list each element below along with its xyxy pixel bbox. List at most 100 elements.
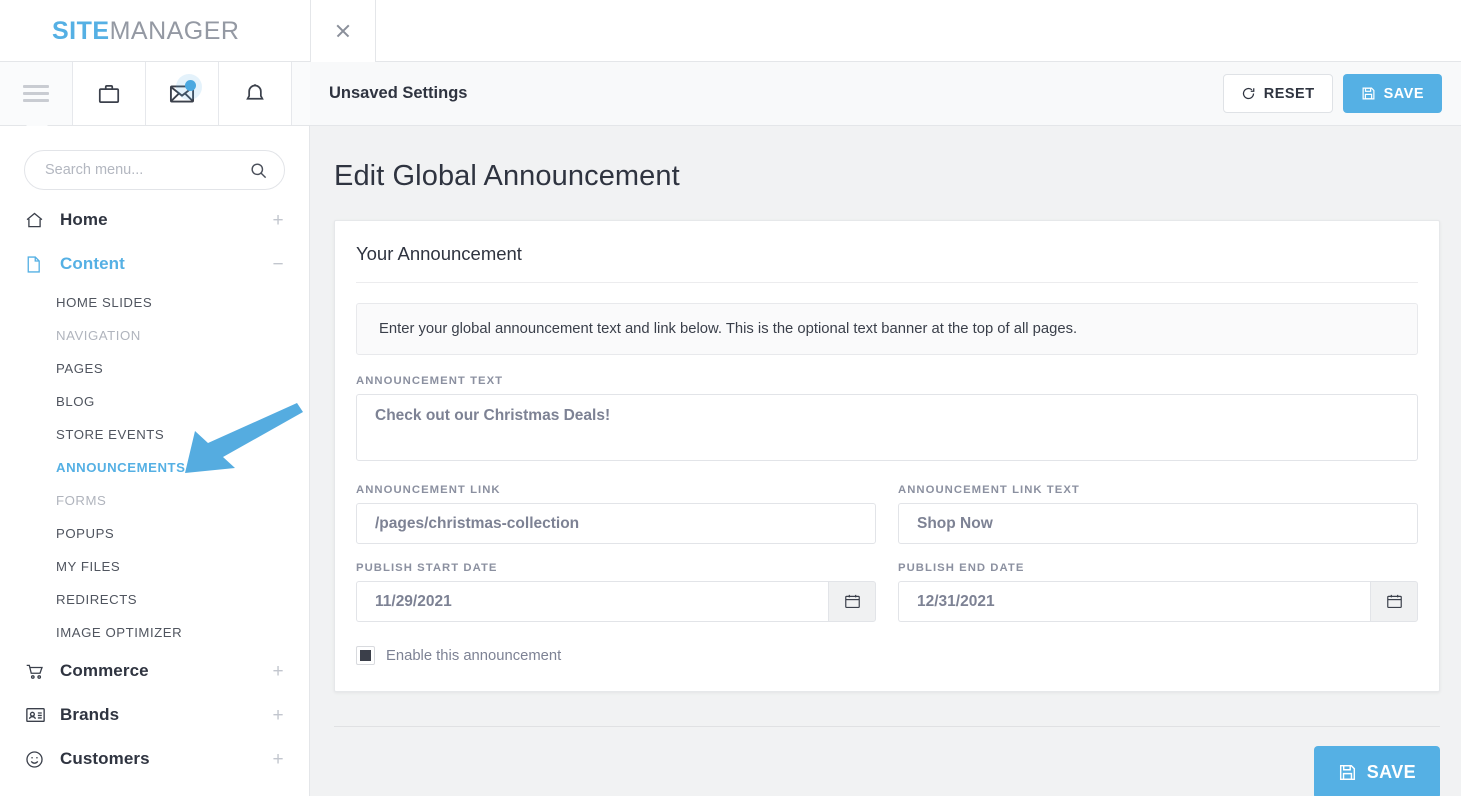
announcement-text-input[interactable]	[356, 394, 1418, 461]
link-row: ANNOUNCEMENT LINK ANNOUNCEMENT LINK TEXT	[356, 484, 1418, 544]
announcement-link-group: ANNOUNCEMENT LINK	[356, 484, 876, 544]
sidebar-group-home[interactable]: Home +	[0, 198, 309, 242]
sidebar-item-label: NAVIGATION	[56, 328, 141, 343]
logo-manager-text: MANAGER	[110, 17, 240, 45]
info-box: Enter your global announcement text and …	[356, 303, 1418, 355]
expand-toggle-icon[interactable]: +	[271, 211, 285, 230]
messages-button[interactable]	[146, 62, 219, 125]
sidebar-item-popups[interactable]: POPUPS	[0, 517, 309, 550]
notifications-button[interactable]	[219, 62, 292, 125]
announcement-link-text-input[interactable]	[898, 503, 1418, 544]
enable-announcement-row: Enable this announcement	[356, 646, 1418, 665]
expand-toggle-icon[interactable]: +	[271, 750, 285, 769]
expand-toggle-icon[interactable]: +	[271, 706, 285, 725]
hamburger-icon	[23, 81, 49, 106]
publish-start-date-group: PUBLISH START DATE	[356, 562, 876, 622]
floppy-save-icon	[1338, 763, 1357, 782]
publish-start-date-label: PUBLISH START DATE	[356, 562, 876, 574]
sidebar-item-label: ANNOUNCEMENTS	[56, 460, 186, 475]
sidebar-item-label: FORMS	[56, 493, 106, 508]
reset-button-label: RESET	[1264, 86, 1315, 102]
search-input[interactable]	[43, 161, 249, 179]
publish-end-date-group: PUBLISH END DATE	[898, 562, 1418, 622]
sidebar-item-blog[interactable]: BLOG	[0, 385, 309, 418]
close-icon	[335, 23, 351, 39]
announcement-text-group: ANNOUNCEMENT TEXT	[356, 375, 1418, 466]
card-title: Your Announcement	[356, 243, 1418, 283]
main-content: Unsaved Settings RESET SAVE Edit Glob	[310, 62, 1461, 796]
save-button-header[interactable]: SAVE	[1343, 74, 1442, 113]
header-actions: RESET SAVE	[1223, 74, 1442, 113]
sidebar-group-content[interactable]: Content −	[0, 242, 309, 286]
announcement-link-input[interactable]	[356, 503, 876, 544]
sidebar-item-label: POPUPS	[56, 526, 114, 541]
sidebar-item-announcements[interactable]: ANNOUNCEMENTS	[0, 451, 309, 484]
page-title: Edit Global Announcement	[310, 126, 1461, 193]
app-root: SITEMANAGER	[0, 0, 1461, 796]
menu-toggle-button[interactable]	[0, 62, 73, 125]
calendar-icon	[1385, 592, 1404, 611]
publish-end-date-input[interactable]	[898, 581, 1370, 622]
publish-end-date-label: PUBLISH END DATE	[898, 562, 1418, 574]
main-header: Unsaved Settings RESET SAVE	[310, 62, 1461, 126]
sidebar-group-label: Content	[60, 254, 271, 274]
home-icon	[24, 210, 50, 231]
search-icon[interactable]	[249, 161, 268, 180]
announcement-link-text-label: ANNOUNCEMENT LINK TEXT	[898, 484, 1418, 496]
sidebar-item-home-slides[interactable]: HOME SLIDES	[0, 286, 309, 319]
sidebar-group-label: Commerce	[60, 661, 271, 681]
unsaved-settings-title: Unsaved Settings	[329, 84, 467, 103]
announcement-link-label: ANNOUNCEMENT LINK	[356, 484, 876, 496]
reset-icon	[1241, 86, 1256, 101]
icon-toolbar	[0, 62, 310, 126]
sidebar-item-label: HOME SLIDES	[56, 295, 152, 310]
publish-end-date-picker-button[interactable]	[1370, 581, 1418, 622]
close-tab-button[interactable]	[310, 0, 376, 62]
app-logo: SITEMANAGER	[52, 17, 239, 46]
sidebar-group-label: Brands	[60, 705, 271, 725]
publish-start-date-picker-button[interactable]	[828, 581, 876, 622]
collapse-toggle-icon[interactable]: −	[271, 255, 285, 274]
sidebar-item-label: REDIRECTS	[56, 592, 137, 607]
publish-start-date-input[interactable]	[356, 581, 828, 622]
brand-bar: SITEMANAGER	[0, 0, 1461, 62]
badge-icon	[24, 705, 50, 725]
search-menu-container[interactable]	[24, 150, 285, 190]
sidebar-group-label: Customers	[60, 749, 271, 769]
floppy-save-icon	[1361, 86, 1376, 101]
footer-actions: SAVE	[310, 727, 1461, 796]
sidebar-group-label: Home	[60, 210, 271, 230]
sidebar-item-label: STORE EVENTS	[56, 427, 164, 442]
sidebar-item-pages[interactable]: PAGES	[0, 352, 309, 385]
sidebar-group-customers[interactable]: Customers +	[0, 737, 309, 781]
smiley-icon	[24, 749, 50, 770]
sidebar-item-store-events[interactable]: STORE EVENTS	[0, 418, 309, 451]
workspace-button[interactable]	[73, 62, 146, 125]
sidebar-item-forms[interactable]: FORMS	[0, 484, 309, 517]
briefcase-icon	[96, 81, 122, 107]
publish-start-date-control	[356, 581, 876, 622]
checkbox-checked-icon	[360, 650, 371, 661]
date-row: PUBLISH START DATE PUBLISH END DATE	[356, 562, 1418, 622]
sidebar-item-label: PAGES	[56, 361, 103, 376]
sidebar-group-commerce[interactable]: Commerce +	[0, 649, 309, 693]
sidebar-item-my-files[interactable]: MY FILES	[0, 550, 309, 583]
announcement-text-label: ANNOUNCEMENT TEXT	[356, 375, 1418, 387]
save-button-footer[interactable]: SAVE	[1314, 746, 1440, 796]
unread-badge-icon	[185, 80, 196, 91]
reset-button[interactable]: RESET	[1223, 74, 1333, 113]
expand-toggle-icon[interactable]: +	[271, 662, 285, 681]
sidebar-item-label: MY FILES	[56, 559, 120, 574]
save-button-label: SAVE	[1384, 86, 1424, 102]
sidebar-item-label: BLOG	[56, 394, 95, 409]
logo-site-text: SITE	[52, 17, 110, 45]
document-icon	[24, 254, 50, 275]
sidebar-item-image-optimizer[interactable]: IMAGE OPTIMIZER	[0, 616, 309, 649]
enable-announcement-checkbox[interactable]	[356, 646, 375, 665]
sidebar-item-navigation[interactable]: NAVIGATION	[0, 319, 309, 352]
bell-icon	[242, 81, 268, 107]
announcement-card: Your Announcement Enter your global anno…	[334, 220, 1440, 692]
sidebar-item-redirects[interactable]: REDIRECTS	[0, 583, 309, 616]
sidebar-group-brands[interactable]: Brands +	[0, 693, 309, 737]
announcement-link-text-group: ANNOUNCEMENT LINK TEXT	[898, 484, 1418, 544]
